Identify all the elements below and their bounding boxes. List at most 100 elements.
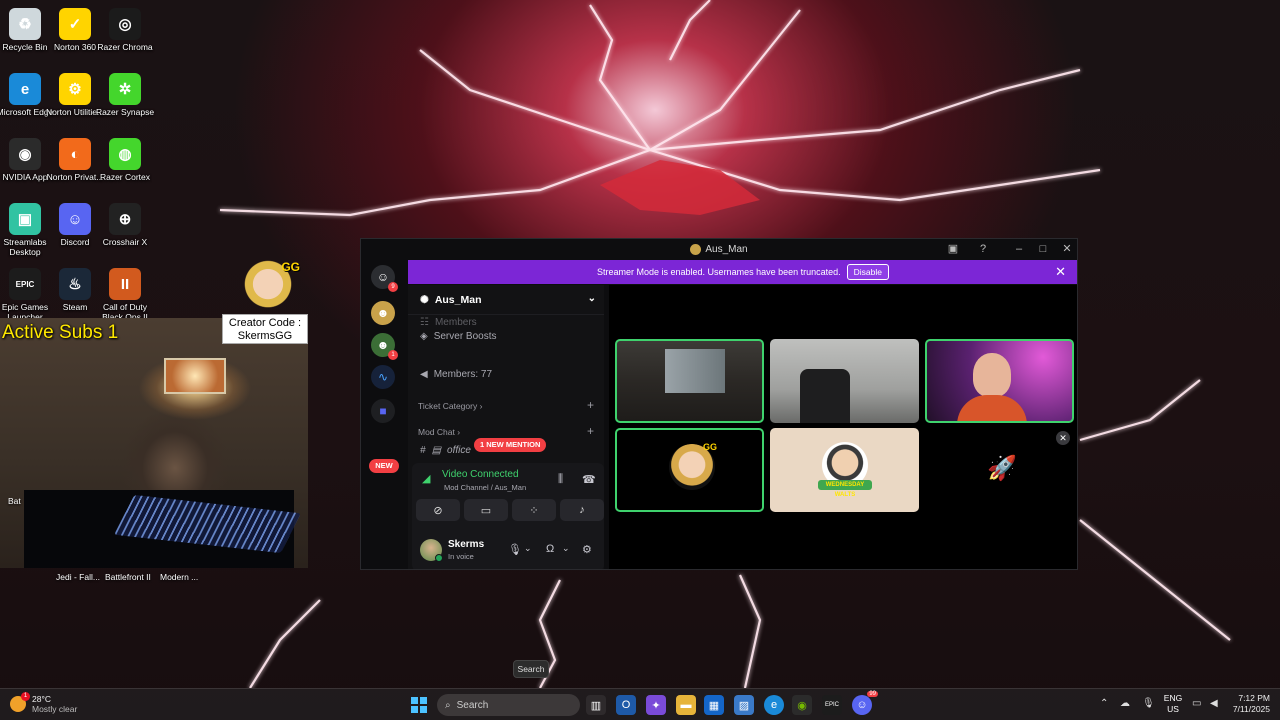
file-explorer-icon[interactable]: ▬ xyxy=(676,695,696,715)
weather-widget[interactable]: 1 28°C Mostly clear xyxy=(10,692,77,714)
desktop-icon-label: Razer Synapse xyxy=(95,107,155,117)
outlook-icon[interactable]: O xyxy=(616,695,636,715)
nvidia-icon[interactable]: ◉ xyxy=(792,695,812,715)
norton-private-browser-icon: ◐ xyxy=(59,138,91,170)
channel-label: Members: 77 xyxy=(433,369,493,380)
voice-channel-path[interactable]: Mod Channel / Aus_Man xyxy=(444,483,526,492)
copilot-icon[interactable]: ✦ xyxy=(646,695,666,715)
users-icon: ☷ xyxy=(420,317,429,328)
channel-office[interactable]: # ▤ office xyxy=(420,445,471,456)
discord-taskbar-icon[interactable]: ☺ 99 xyxy=(852,691,878,715)
crosshair-x-icon: ⊕ xyxy=(109,203,141,235)
chevron-down-icon: ⌄ xyxy=(587,293,596,304)
epic-games-icon[interactable]: EPIC xyxy=(822,695,842,715)
add-channel-mod-icon[interactable]: + xyxy=(587,424,594,438)
folder-icon[interactable]: ■ xyxy=(371,399,395,423)
task-view-icon[interactable]: ▥ xyxy=(586,695,606,715)
new-unread-pill[interactable]: NEW xyxy=(369,459,399,473)
username[interactable]: Skerms xyxy=(448,539,484,550)
channel-members-count[interactable]: ◀ Members: 77 xyxy=(420,369,492,380)
document-icon: ▤ xyxy=(431,445,442,456)
activity-invite-tile[interactable]: 🚀 ✕ xyxy=(925,428,1074,512)
camera-off-button[interactable]: ⊘ xyxy=(416,499,460,521)
display-icon[interactable]: ▭ xyxy=(1192,698,1201,709)
category-mod-chat[interactable]: Mod Chat › xyxy=(418,427,460,437)
channel-server-boosts[interactable]: ◈ Server Boosts xyxy=(420,331,497,342)
video-tile-2[interactable] xyxy=(770,339,919,423)
voice-status[interactable]: Video Connected xyxy=(442,469,519,480)
channel-sidebar: ✺ Aus_Man ⌄ ☷ Members ◈ Server Boosts ◀ … xyxy=(408,285,604,569)
start-button[interactable] xyxy=(411,697,427,713)
partial-icon-label-bat: Bat xyxy=(8,496,21,506)
mascot-badge: GG xyxy=(281,260,300,274)
desktop-icon[interactable]: ✲ Razer Synapse xyxy=(94,69,156,117)
partial-icon-label-jedi[interactable]: Jedi - Fall... xyxy=(56,572,100,582)
inbox-icon[interactable]: ▣ xyxy=(945,242,961,256)
noise-suppression-icon[interactable]: ⫼ xyxy=(558,473,563,486)
volume-icon[interactable]: ◀ xyxy=(1210,698,1218,709)
server-icon-2[interactable]: ☻ 1 xyxy=(371,333,398,360)
disable-streamer-button[interactable]: Disable xyxy=(846,264,889,280)
server-mention-badge: 1 xyxy=(388,350,398,360)
server-header[interactable]: ✺ Aus_Man ⌄ xyxy=(408,285,604,315)
discord-home-icon[interactable]: ☺ 9 xyxy=(371,265,398,292)
minimize-button[interactable]: – xyxy=(1011,242,1027,256)
taskbar-search[interactable]: ⌕ Search xyxy=(437,694,580,716)
headphones-icon[interactable]: Ω xyxy=(546,543,554,555)
weather-icon: 1 xyxy=(10,692,30,712)
desktop-icon[interactable]: II Call of Duty Black Ops II xyxy=(94,264,156,322)
close-icon[interactable]: ✕ xyxy=(1056,431,1070,445)
video-tile-avatar-1[interactable]: GG xyxy=(615,428,764,512)
video-tile-3[interactable] xyxy=(925,339,1074,423)
banner-close-icon[interactable]: ✕ xyxy=(1055,264,1066,280)
microphone-icon[interactable]: 🎙 xyxy=(1142,698,1155,709)
creator-code-value: SkermsGG xyxy=(237,330,293,342)
category-ticket[interactable]: Ticket Category › xyxy=(418,401,482,411)
photos-icon[interactable]: ▨ xyxy=(734,695,754,715)
avatar-ribbon: WEDNESDAY WALTS xyxy=(818,480,872,498)
tile-gg-badge: GG xyxy=(703,442,718,452)
microsoft-store-icon[interactable]: ▦ xyxy=(704,695,724,715)
desktop-icon[interactable]: ◍ Razer Cortex xyxy=(94,134,156,182)
new-mention-pill[interactable]: 1 NEW MENTION xyxy=(474,438,547,452)
desktop-icon-label: Razer Chroma xyxy=(97,42,153,52)
desktop-icon[interactable]: ◎ Razer Chroma xyxy=(94,4,156,52)
avatar[interactable] xyxy=(420,539,443,562)
onedrive-icon[interactable]: ☁ xyxy=(1120,698,1130,709)
window-title-text: Aus_Man xyxy=(705,243,748,255)
activity-server-icon[interactable]: ∿ xyxy=(371,365,395,389)
close-button[interactable]: ✕ xyxy=(1059,242,1075,256)
server-icon: ✺ xyxy=(420,293,429,306)
server-icon-1[interactable]: ☻ xyxy=(371,301,395,325)
clock[interactable]: 7:12 PM 7/11/2025 xyxy=(1226,693,1270,715)
language-indicator[interactable]: ENG US xyxy=(1162,693,1184,715)
microphone-icon[interactable]: 🎙 xyxy=(508,543,522,556)
disconnect-icon[interactable]: ☎ xyxy=(582,473,596,486)
desktop-icon[interactable]: ⊕ Crosshair X xyxy=(94,199,156,247)
channel-members-cut[interactable]: ☷ Members xyxy=(420,317,477,328)
video-tile-avatar-2[interactable]: WEDNESDAY WALTS xyxy=(770,428,919,512)
chevron-down-icon[interactable]: ⌄ xyxy=(524,543,532,554)
user-panel: Skerms In voice 🎙 ⌄ Ω ⌄ ⚙ xyxy=(412,533,604,569)
title-bar: Aus_Man ▣ ? – □ ✕ xyxy=(361,239,1077,259)
gear-icon[interactable]: ⚙ xyxy=(582,543,592,556)
partial-icon-label-cod[interactable]: Modern ... xyxy=(160,572,198,582)
home-notification-badge: 9 xyxy=(388,282,398,292)
soundboard-button[interactable]: ♪ xyxy=(560,499,604,521)
edge-icon[interactable]: e xyxy=(764,695,784,715)
maximize-button[interactable]: □ xyxy=(1035,242,1051,256)
channel-label: Server Boosts xyxy=(433,331,497,342)
screen-share-button[interactable]: ▭ xyxy=(464,499,508,521)
server-name: Aus_Man xyxy=(434,293,482,306)
partial-icon-label-battlefront[interactable]: Battlefront II xyxy=(105,572,151,582)
video-tile-1[interactable] xyxy=(615,339,764,423)
norton-utilities-icon: ⚙ xyxy=(59,73,91,105)
chevron-up-icon[interactable]: ⌃ xyxy=(1100,698,1108,709)
search-tooltip: Search xyxy=(513,660,549,678)
help-icon[interactable]: ? xyxy=(975,242,991,256)
signal-icon: ◢ xyxy=(422,473,431,485)
chevron-down-icon[interactable]: ⌄ xyxy=(562,543,570,554)
add-channel-ticket-icon[interactable]: + xyxy=(587,398,594,412)
activities-button[interactable]: ⁘ xyxy=(512,499,556,521)
hash-icon: # xyxy=(420,445,426,456)
